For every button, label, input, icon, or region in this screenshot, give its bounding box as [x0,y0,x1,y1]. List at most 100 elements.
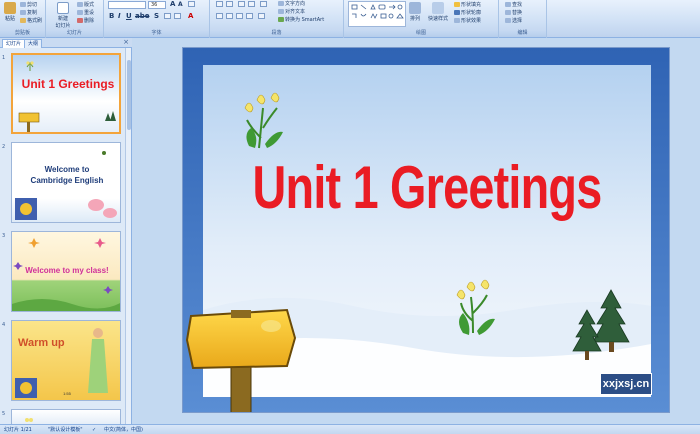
copy-button[interactable]: 复制 [20,9,37,16]
shape-outline-button[interactable]: 形状轮廓 [454,9,481,16]
watermark-logo: xxjxsj.cn [600,373,652,395]
clipboard-group: 粘贴 剪切 复制 格式刷 剪贴板 [0,0,46,38]
slide-number: 2 [2,144,6,150]
align-text-icon [278,9,284,14]
slide-3-title: Welcome to my class! [25,266,109,275]
status-slide-position: 幻灯片 1/21 [4,427,32,433]
clipboard-group-label: 剪贴板 [0,30,45,37]
delete-button[interactable]: 删除 [77,17,94,24]
slide-thumbnail-3[interactable]: Welcome to my class! [11,231,121,312]
close-panel-icon[interactable]: × [123,38,129,46]
shape-fill-button[interactable]: 形状填充 [454,1,481,8]
new-slide-button[interactable]: 新建 幻灯片 [55,2,71,29]
slide-thumbnail-2[interactable]: Welcome to Cambridge English [11,142,121,223]
panel-scrollbar[interactable] [125,48,131,424]
new-slide-icon [57,2,69,14]
paste-icon [4,2,16,14]
bold-button[interactable]: B [109,12,114,20]
columns-button[interactable] [258,13,265,19]
tab-slides[interactable]: 幻灯片 [2,39,26,48]
layout-button[interactable]: 版式 [77,1,94,8]
slide-2-art [15,151,117,220]
editing-group-label: 编辑 [499,30,546,37]
increase-indent-button[interactable] [248,1,255,7]
reset-icon [77,10,83,15]
font-group: 36 A A B I U abe S A 字体 [104,0,210,38]
scrollbar-thumb[interactable] [127,60,131,130]
clear-format-button[interactable] [188,1,195,7]
status-theme: "默认设计模板" [48,427,83,433]
replace-button[interactable]: 替换 [505,9,522,16]
text-direction-button[interactable]: 文字方向 [278,0,305,7]
slide-thumbnail-4[interactable]: Warm up 1:55 [11,320,121,401]
shapes-gallery[interactable] [348,1,406,27]
shape-effects-button[interactable]: 形状效果 [454,17,481,24]
slide-4-art [15,328,108,398]
cut-button[interactable]: 剪切 [20,1,37,8]
shrink-font-button[interactable]: A [178,1,183,8]
font-size-field[interactable]: 36 [148,1,166,9]
reset-button[interactable]: 重设 [77,9,94,16]
decrease-indent-button[interactable] [238,1,245,7]
slides-group: 新建 幻灯片 版式 重设 删除 幻灯片 [46,0,104,38]
paste-button[interactable]: 粘贴 [3,2,17,22]
slide-4-caption: 1:55 [63,391,71,396]
select-button[interactable]: 选择 [505,17,522,24]
effects-icon [454,18,460,23]
arrange-button[interactable]: 排列 [408,2,422,22]
align-center-button[interactable] [226,13,233,19]
bullets-button[interactable] [216,1,223,7]
brush-icon [20,18,26,23]
status-language: 中文(简体，中国) [104,427,143,433]
slides-panel: 幻灯片 大纲 × 1 Unit 1 Greetings 2 Welcome to… [0,38,132,424]
tab-outline[interactable]: 大纲 [24,39,43,48]
panel-tabs: 幻灯片 大纲 × [0,38,132,48]
font-color-button[interactable]: A [188,12,193,20]
shadow-button[interactable]: S [154,12,159,20]
grow-font-button[interactable]: A [170,0,175,8]
slide-thumbnail-1[interactable]: Unit 1 Greetings [11,53,121,134]
align-text-button[interactable]: 对齐文本 [278,8,305,15]
numbering-button[interactable] [226,1,233,7]
find-button[interactable]: 查找 [505,1,522,8]
line-spacing-button[interactable] [260,1,267,7]
font-name-field[interactable] [108,1,146,9]
slide-title[interactable]: Unit 1 Greetings [237,153,618,222]
char-spacing-button[interactable] [164,13,171,19]
align-left-button[interactable] [216,13,223,19]
quick-styles-icon [432,2,444,14]
change-case-button[interactable] [174,13,181,19]
slide-number: 4 [2,322,6,328]
slide-number: 3 [2,233,6,239]
slide-1-art [18,61,116,132]
status-bar: 幻灯片 1/21 "默认设计模板" ✓ 中文(简体，中国) [0,424,700,434]
slide-5-art [25,418,33,422]
drawing-group: 排列 快速样式 形状填充 形状轮廓 形状效果 绘图 [344,0,499,38]
arrange-icon [409,2,421,14]
smartart-button[interactable]: 转换为 SmartArt [278,16,324,23]
strike-button[interactable]: abe [135,12,149,20]
binoculars-icon [505,2,511,7]
spellcheck-icon[interactable]: ✓ [92,425,96,434]
slides-group-label: 幻灯片 [46,30,103,37]
slide-editor[interactable]: Unit 1 Greetings xxjxsj.cn [182,47,670,413]
italic-button[interactable]: I [118,12,121,20]
underline-button[interactable]: U [126,12,132,20]
justify-button[interactable] [246,13,253,19]
replace-icon [505,10,511,15]
drawing-group-label: 绘图 [344,30,498,37]
slide-background [183,48,669,412]
paragraph-group-label: 段落 [210,30,343,37]
select-icon [505,18,511,23]
align-right-button[interactable] [236,13,243,19]
paragraph-group: 文字方向 对齐文本 转换为 SmartArt 段落 [210,0,344,38]
slide-number: 1 [2,55,6,61]
format-painter-button[interactable]: 格式刷 [20,17,42,24]
scissors-icon [20,2,26,7]
fill-icon [454,2,460,7]
slide-1-title: Unit 1 Greetings [21,77,115,91]
delete-icon [77,18,83,23]
quick-styles-button[interactable]: 快速样式 [426,2,450,22]
slide-thumbnail-5[interactable] [11,409,121,424]
smartart-icon [278,17,284,22]
